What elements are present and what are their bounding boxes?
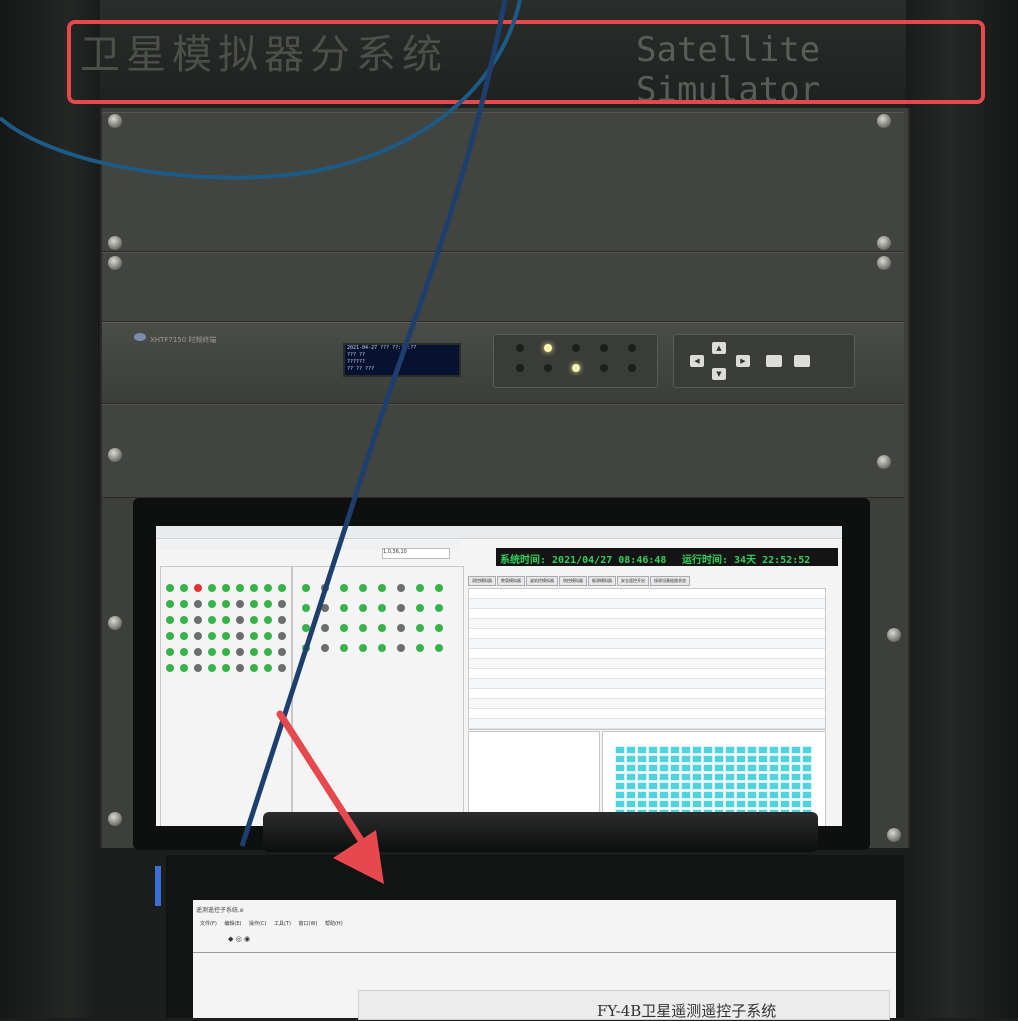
overlay-graphics: [0, 0, 522, 884]
red-arrow-shaft: [276, 710, 370, 852]
blue-cable: [0, 0, 522, 180]
